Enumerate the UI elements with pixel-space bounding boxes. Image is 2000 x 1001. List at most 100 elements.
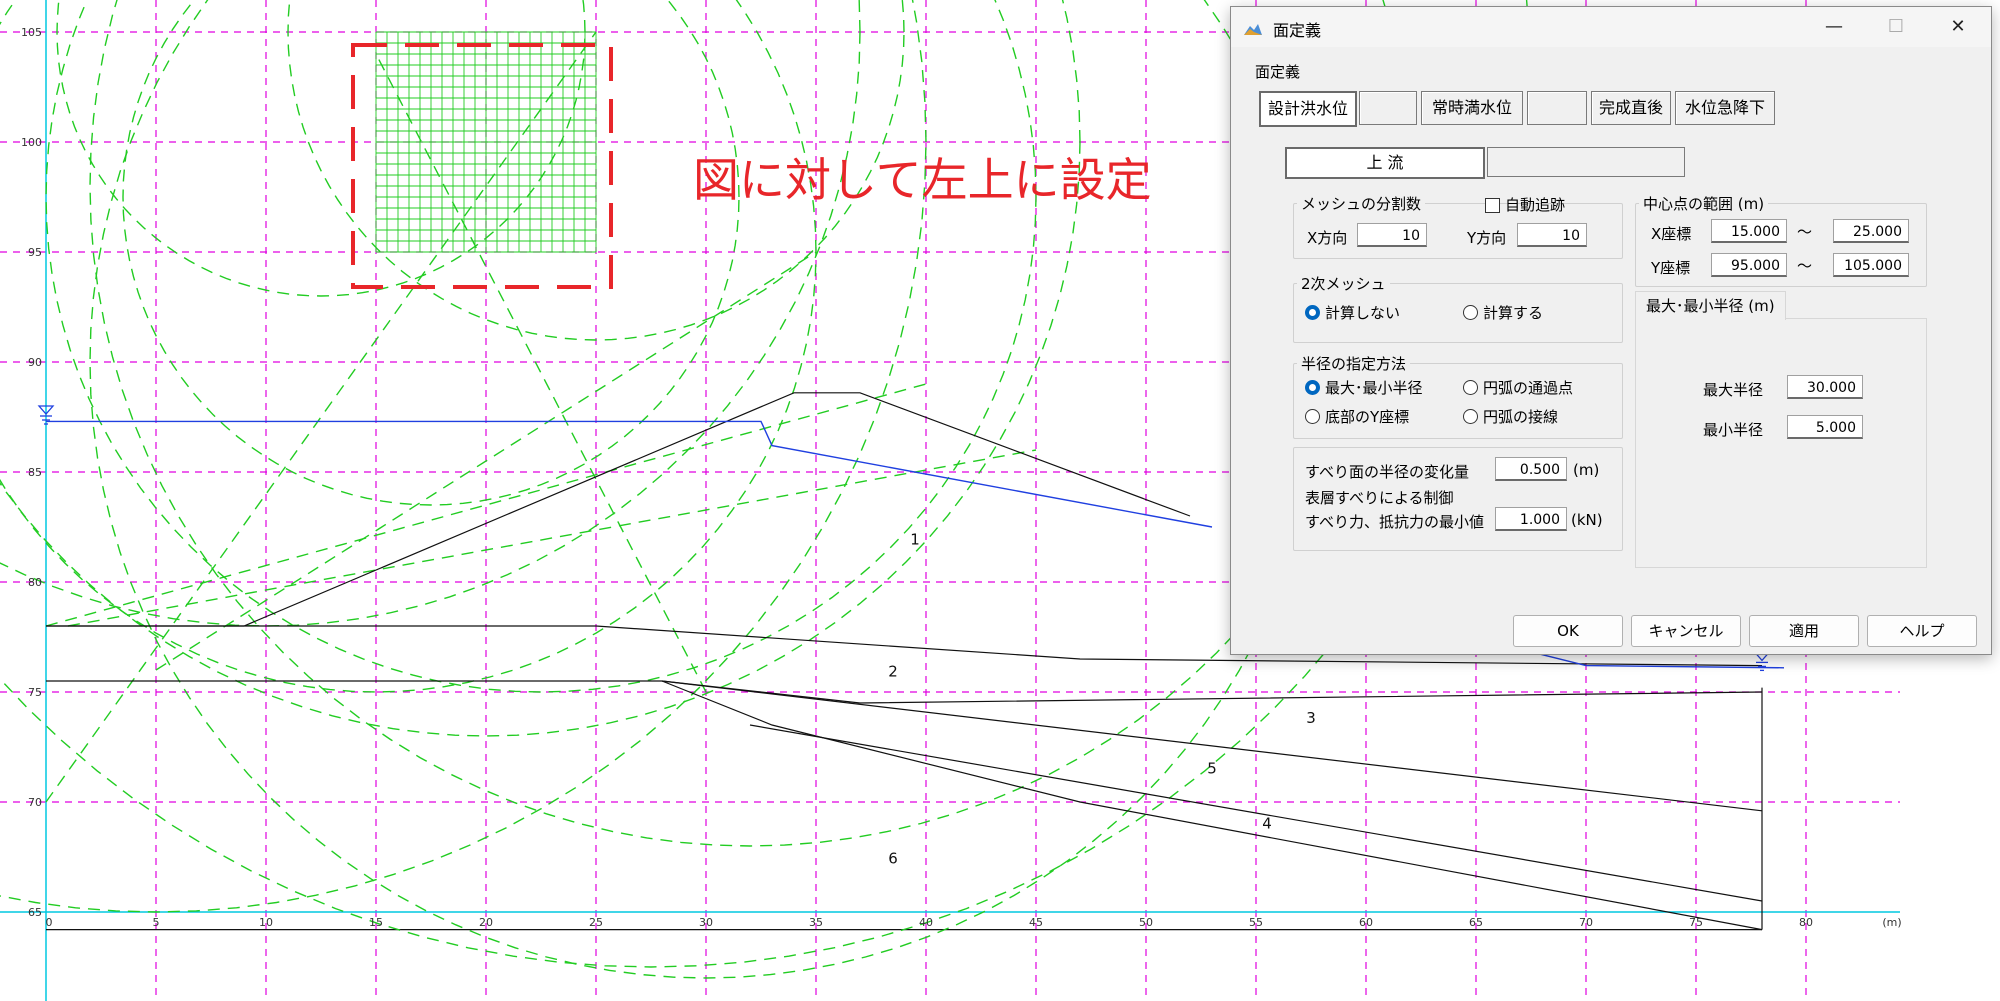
x-tick-label: 55	[1249, 916, 1263, 929]
minimize-button[interactable]: —	[1803, 7, 1865, 47]
y-tick-label: 90	[28, 356, 42, 369]
x-tick-label: 5	[153, 916, 160, 929]
radio-calc-label: 計算する	[1483, 304, 1544, 322]
slip-circle-arc	[89, 0, 1411, 847]
dialog-titlebar[interactable]: 面定義 — ☐ ✕	[1231, 7, 1991, 47]
center-y-from-input[interactable]: 95.000	[1711, 253, 1787, 277]
center-y-to-input[interactable]: 105.000	[1833, 253, 1909, 277]
x-tick-label: 40	[919, 916, 933, 929]
min-radius-input[interactable]: 5.000	[1787, 415, 1863, 439]
min-force-unit: (kN)	[1571, 511, 1603, 529]
y-tick-label: 75	[28, 686, 42, 699]
maximize-button[interactable]: ☐	[1865, 7, 1927, 47]
layer-label: 6	[888, 850, 898, 868]
radio-max-min-radius-label: 最大･最小半径	[1325, 379, 1423, 397]
radio-arc-tangent[interactable]	[1463, 409, 1478, 424]
x-tick-label: 20	[479, 916, 493, 929]
y-tick-label: 85	[28, 466, 42, 479]
min-force-input[interactable]: 1.000	[1495, 507, 1567, 531]
upstream-water-line	[46, 420, 1213, 528]
radio-arc-pass-point[interactable]	[1463, 380, 1478, 395]
x-tick-label: 45	[1029, 916, 1043, 929]
annotation-text: 図に対して左上に設定	[693, 153, 1152, 207]
help-button[interactable]: ヘルプ	[1867, 615, 1977, 647]
center-x-from-input[interactable]: 15.000	[1711, 219, 1787, 243]
radio-arc-pass-point-label: 円弧の通過点	[1483, 379, 1574, 397]
tilde-2: 〜	[1797, 257, 1813, 275]
close-button[interactable]: ✕	[1927, 7, 1989, 47]
app-icon	[1244, 24, 1262, 35]
min-force-label: すべり力、抵抗力の最小値	[1305, 513, 1484, 531]
slip-circle-arc	[0, 0, 817, 693]
center-x-to-input[interactable]: 25.000	[1833, 219, 1909, 243]
radius-increment-unit: (m)	[1573, 461, 1600, 479]
group-label-surface: 面定義	[1255, 63, 1301, 81]
tab-blank-1[interactable]	[1359, 91, 1417, 125]
apply-button[interactable]: 適用	[1749, 615, 1859, 647]
auto-track-checkbox[interactable]	[1485, 198, 1500, 213]
x-tick-label: 10	[259, 916, 273, 929]
max-radius-input[interactable]: 30.000	[1787, 375, 1863, 399]
radio-max-min-radius[interactable]	[1305, 380, 1320, 395]
center-search-mesh	[375, 31, 597, 253]
layer-label: 3	[1306, 709, 1316, 727]
radius-increment-input[interactable]: 0.500	[1495, 457, 1567, 481]
tab-just-after-completion[interactable]: 完成直後	[1591, 91, 1671, 125]
secondary-mesh-title: 2次メッシュ	[1297, 273, 1390, 294]
tab-blank-2[interactable]	[1527, 91, 1587, 125]
soil-layer-line	[661, 680, 1763, 812]
tab-max-min-radius[interactable]: 最大･最小半径 (m)	[1635, 291, 1786, 320]
x-tick-label: 50	[1139, 916, 1153, 929]
x-unit-label: (m)	[1882, 916, 1901, 929]
mesh-x-label: X方向	[1307, 229, 1348, 247]
layer-label: 2	[888, 663, 898, 681]
slip-tangent-line	[67, 449, 1037, 627]
x-tick-label: 25	[589, 916, 603, 929]
slip-circle-arc	[0, 0, 861, 627]
tab-design-flood-level[interactable]: 設計洪水位	[1259, 91, 1357, 127]
radio-no-calc[interactable]	[1305, 305, 1320, 320]
max-min-radius-panel	[1635, 318, 1927, 568]
radio-calc[interactable]	[1463, 305, 1478, 320]
mesh-y-input[interactable]: 10	[1517, 223, 1587, 247]
y-tick-label: 100	[21, 136, 42, 149]
x-tick-label: 80	[1799, 916, 1813, 929]
x-tick-label: 0	[46, 916, 53, 929]
layer-label: 5	[1207, 759, 1217, 777]
y-tick-label: 70	[28, 796, 42, 809]
radius-method-title: 半径の指定方法	[1297, 353, 1411, 374]
x-tick-label: 65	[1469, 916, 1483, 929]
x-tick-label: 35	[809, 916, 823, 929]
x-tick-label: 15	[369, 916, 383, 929]
soil-layer-line	[46, 392, 1191, 627]
subtab-downstream[interactable]	[1487, 147, 1685, 177]
min-radius-label: 最小半径	[1703, 421, 1764, 439]
y-tick-label: 105	[21, 26, 42, 39]
center-x-label: X座標	[1651, 225, 1692, 243]
radio-arc-tangent-label: 円弧の接線	[1483, 408, 1559, 426]
ok-button[interactable]: OK	[1513, 615, 1623, 647]
max-radius-label: 最大半径	[1703, 381, 1764, 399]
auto-track-label: 自動追跡	[1505, 196, 1566, 214]
tab-rapid-drawdown[interactable]: 水位急降下	[1675, 91, 1775, 125]
layer-label: 1	[910, 531, 920, 549]
y-tick-label: 65	[28, 906, 42, 919]
mesh-division-title: メッシュの分割数	[1297, 193, 1426, 214]
y-tick-label: 80	[28, 576, 42, 589]
tilde-1: 〜	[1797, 223, 1813, 241]
x-tick-label: 75	[1689, 916, 1703, 929]
x-tick-label: 60	[1359, 916, 1373, 929]
mesh-x-input[interactable]: 10	[1357, 223, 1427, 247]
y-tick-label: 95	[28, 246, 42, 259]
subtab-upstream[interactable]: 上 流	[1285, 147, 1485, 179]
selected-mesh-region	[351, 43, 613, 289]
surface-definition-dialog: 面定義 — ☐ ✕ 面定義 設計洪水位 常時満水位 完成直後 水位急降下 上 流…	[1230, 6, 1992, 655]
center-y-label: Y座標	[1651, 259, 1691, 277]
mesh-y-label: Y方向	[1467, 229, 1507, 247]
tab-normal-full-level[interactable]: 常時満水位	[1421, 91, 1523, 125]
layer-label: 4	[1262, 814, 1272, 832]
surface-slip-control-label: 表層すべりによる制御	[1305, 489, 1454, 507]
radius-method-group	[1293, 363, 1623, 439]
cancel-button[interactable]: キャンセル	[1631, 615, 1741, 647]
radio-bottom-y[interactable]	[1305, 409, 1320, 424]
